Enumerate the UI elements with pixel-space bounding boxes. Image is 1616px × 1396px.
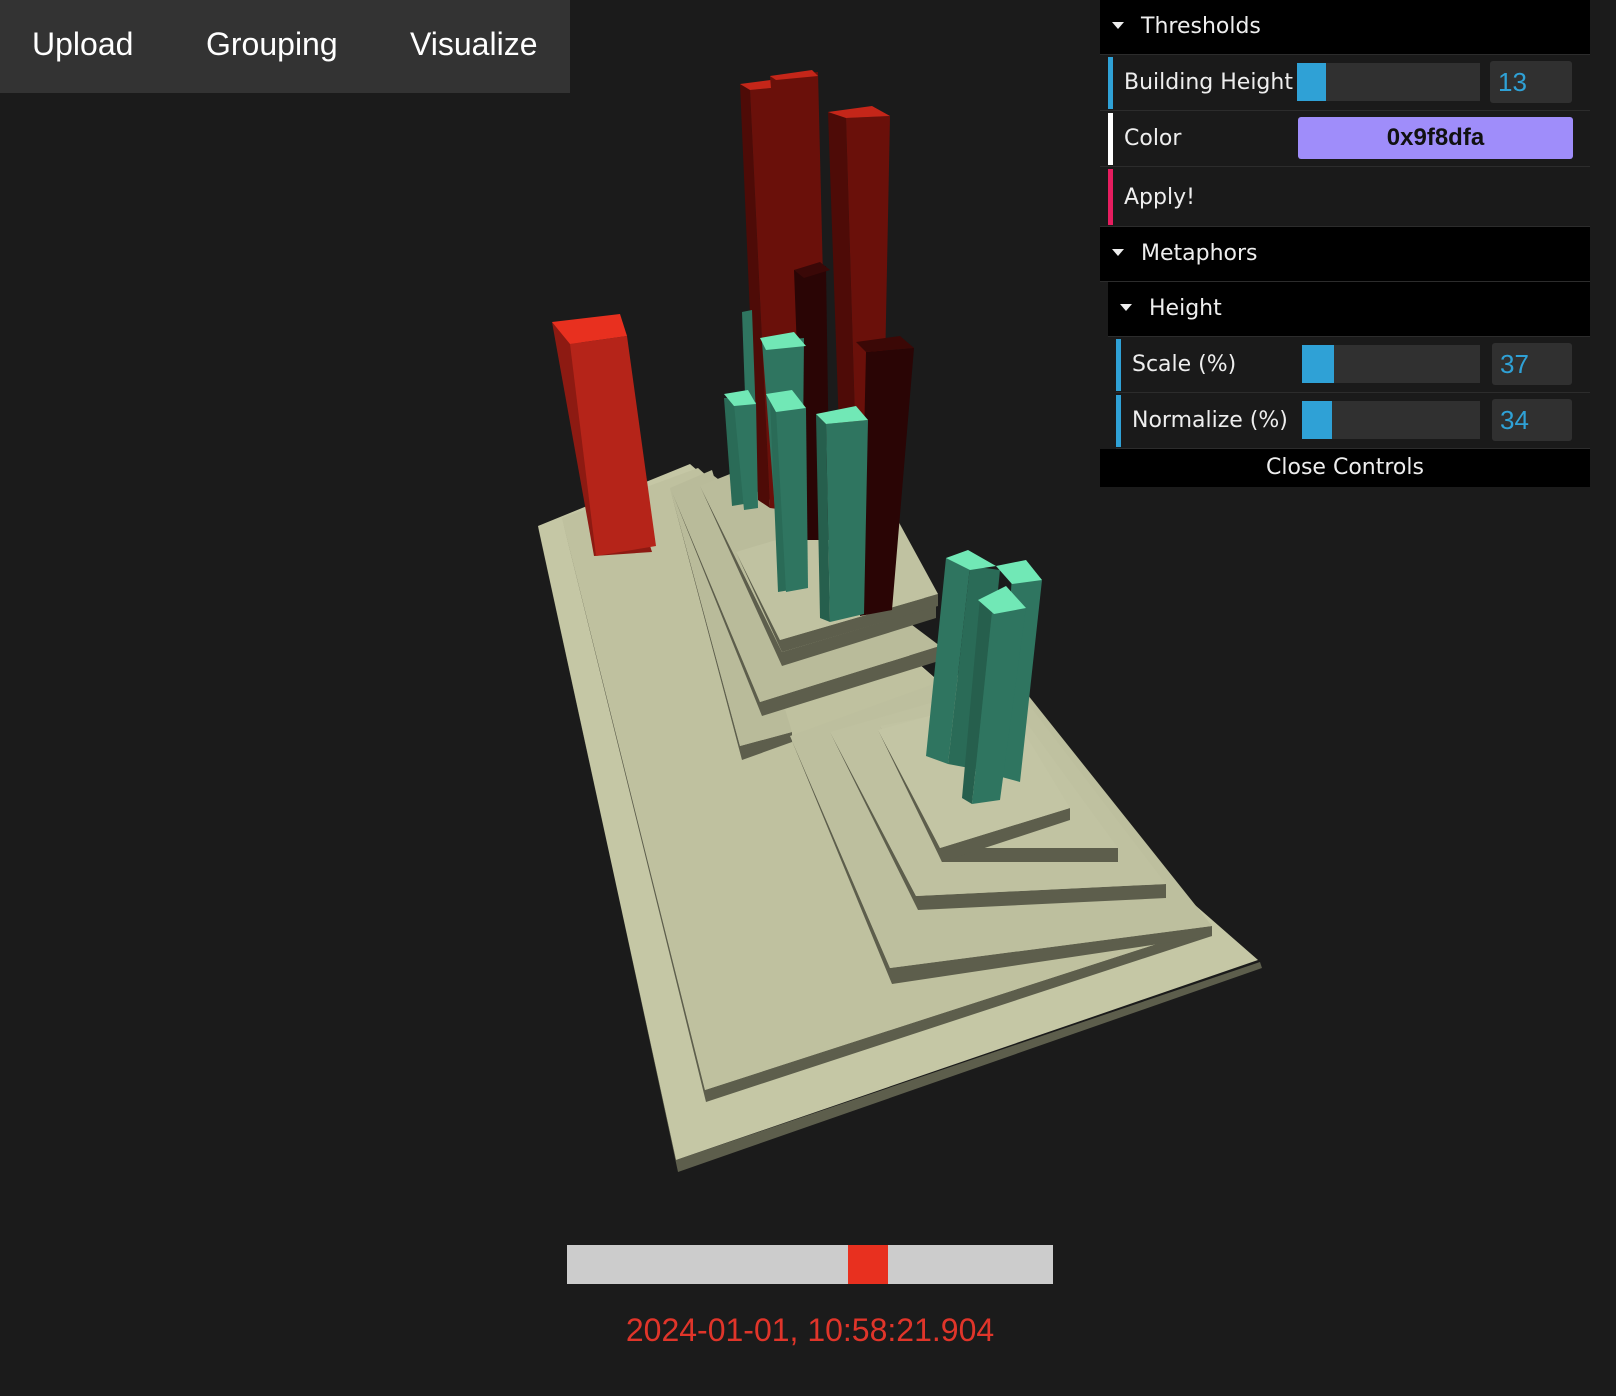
caret-down-icon bbox=[1112, 248, 1124, 256]
number-controller-accent bbox=[1116, 339, 1121, 391]
timeline-slider[interactable] bbox=[567, 1245, 1053, 1284]
district-platforms bbox=[538, 464, 1262, 1172]
color-controller-accent bbox=[1108, 113, 1113, 165]
normalize-slider-fill bbox=[1302, 401, 1333, 439]
building-height-row: Building Height 13 bbox=[1100, 55, 1590, 111]
building-green-g-top bbox=[996, 560, 1042, 584]
number-controller-accent bbox=[1108, 57, 1113, 109]
controls-panel: Thresholds Building Height 13 Color 0x9f… bbox=[1100, 0, 1590, 487]
building-height-slider[interactable] bbox=[1297, 63, 1480, 101]
scale-slider[interactable] bbox=[1302, 345, 1480, 383]
timeline-thumb[interactable] bbox=[847, 1245, 888, 1284]
normalize-input[interactable]: 34 bbox=[1492, 399, 1572, 441]
apply-row[interactable]: Apply! bbox=[1100, 167, 1590, 227]
caret-down-icon bbox=[1112, 21, 1124, 29]
building-green-e bbox=[826, 420, 868, 622]
height-folder-header[interactable]: Height bbox=[1108, 282, 1590, 337]
color-label: Color bbox=[1124, 126, 1182, 151]
normalize-label: Normalize (%) bbox=[1132, 408, 1288, 433]
metaphors-folder-header[interactable]: Metaphors bbox=[1100, 227, 1590, 282]
normalize-row: Normalize (%) 34 bbox=[1116, 393, 1590, 449]
close-controls-button[interactable]: Close Controls bbox=[1100, 449, 1590, 487]
building-height-slider-fill bbox=[1297, 63, 1327, 101]
metaphors-folder-title: Metaphors bbox=[1141, 241, 1258, 266]
height-folder-title: Height bbox=[1149, 296, 1222, 321]
thresholds-folder-title: Thresholds bbox=[1141, 14, 1261, 39]
caret-down-icon bbox=[1120, 303, 1132, 311]
number-controller-accent bbox=[1116, 395, 1121, 447]
thresholds-folder-header[interactable]: Thresholds bbox=[1100, 0, 1590, 55]
building-height-input[interactable]: 13 bbox=[1490, 61, 1572, 103]
scale-input[interactable]: 37 bbox=[1492, 343, 1572, 385]
scale-slider-fill bbox=[1302, 345, 1335, 383]
apply-button[interactable]: Apply! bbox=[1124, 167, 1195, 229]
grouping-menu-button[interactable]: Grouping bbox=[206, 26, 338, 63]
upload-menu-button[interactable]: Upload bbox=[32, 26, 133, 63]
scale-label: Scale (%) bbox=[1132, 352, 1237, 377]
visualize-menu-button[interactable]: Visualize bbox=[410, 26, 537, 63]
color-picker[interactable]: 0x9f8dfa bbox=[1298, 117, 1573, 159]
building-height-label: Building Height bbox=[1124, 70, 1293, 95]
color-row: Color 0x9f8dfa bbox=[1100, 111, 1590, 167]
top-menu: Upload Grouping Visualize bbox=[0, 0, 570, 93]
function-controller-accent bbox=[1108, 169, 1113, 225]
normalize-slider[interactable] bbox=[1302, 401, 1480, 439]
scale-row: Scale (%) 37 bbox=[1116, 337, 1590, 393]
timestamp-label: 2024-01-01, 10:58:21.904 bbox=[625, 1312, 995, 1348]
